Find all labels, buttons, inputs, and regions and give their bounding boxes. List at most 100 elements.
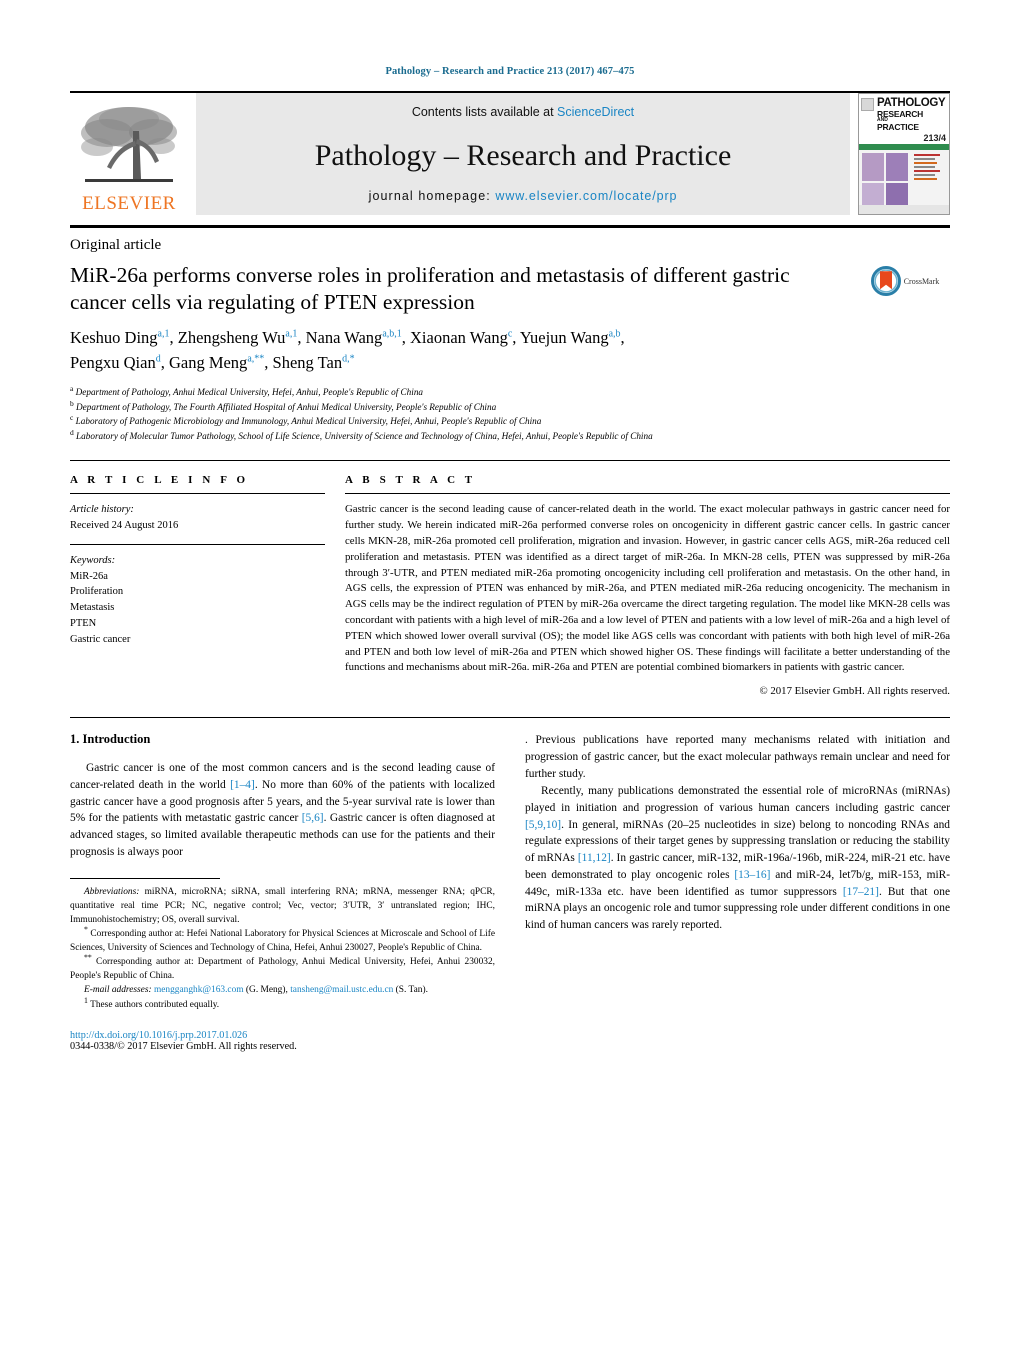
sciencedirect-link[interactable]: ScienceDirect xyxy=(557,105,634,119)
contents-available-line: Contents lists available at ScienceDirec… xyxy=(206,105,840,119)
author-entry[interactable]: Gang Menga,** xyxy=(169,353,264,372)
cover-image-cell xyxy=(862,153,885,182)
affiliation-marker: b xyxy=(70,398,74,408)
cover-toc-line xyxy=(914,178,938,181)
doi-link[interactable]: http://dx.doi.org/10.1016/j.prp.2017.01.… xyxy=(70,1030,495,1041)
author-name: Zhengsheng Wu xyxy=(177,328,286,348)
author-entry[interactable]: Sheng Tand,* xyxy=(273,353,355,372)
journal-cover-thumbnail: PATHOLOGY RESEARCH AND PRACTICE 213/4 xyxy=(858,93,950,215)
author-affiliation-marker: a,** xyxy=(247,353,265,365)
author-affiliation-marker: a,b xyxy=(608,328,621,340)
abstract-copyright: © 2017 Elsevier GmbH. All rights reserve… xyxy=(759,685,950,698)
email-label: E-mail addresses: xyxy=(84,985,152,996)
footnote-corresponding-2: ** Corresponding author at: Department o… xyxy=(70,954,495,983)
affiliation-item: b Department of Pathology, The Fourth Af… xyxy=(70,398,950,415)
body-column-right: . Previous publications have reported ma… xyxy=(525,732,950,1052)
footnote-equal-contribution: 1 These authors contributed equally. xyxy=(70,996,495,1013)
email-link-tan[interactable]: tansheng@mail.ustc.edu.cn xyxy=(290,985,393,995)
author-affiliation-marker: d,* xyxy=(342,353,355,365)
abstract-text: Gastric cancer is the second leading cau… xyxy=(345,503,950,674)
affiliation-text: Department of Pathology, Anhui Medical U… xyxy=(75,386,424,397)
cover-toc-line xyxy=(914,162,938,165)
article-history-received: Received 24 August 2016 xyxy=(70,520,179,532)
abstract-column: A B S T R A C T Gastric cancer is the se… xyxy=(345,474,950,697)
author-affiliation-marker: a,1 xyxy=(157,328,170,340)
keyword-item: Gastric cancer xyxy=(70,634,131,646)
crossmark-label: CrossMark xyxy=(903,276,940,286)
author-name: Pengxu Qian xyxy=(70,352,156,372)
article-info-column: A R T I C L E I N F O Article history: R… xyxy=(70,474,345,697)
journal-masthead: ELSEVIER Contents lists available at Sci… xyxy=(70,91,950,215)
author-affiliation-marker: c xyxy=(507,328,513,340)
citation-link[interactable]: [5,9,10] xyxy=(525,819,561,831)
cover-issue-number: 213/4 xyxy=(923,133,946,144)
cover-title-line1: PATHOLOGY xyxy=(877,97,946,109)
equal-contribution-text: These authors contributed equally. xyxy=(87,999,220,1010)
author-entry[interactable]: Nana Wanga,b,1 xyxy=(306,328,402,347)
author-affiliation-marker: d xyxy=(155,353,161,365)
citation-link[interactable]: [5,6] xyxy=(302,812,324,824)
author-entry[interactable]: Xiaonan Wangc xyxy=(410,328,512,347)
crossmark-badge[interactable]: CrossMark xyxy=(860,262,950,296)
homepage-prefix: journal homepage: xyxy=(368,189,496,203)
article-history-label: Article history: xyxy=(70,504,134,516)
author-entry[interactable]: Keshuo Dinga,1 xyxy=(70,328,170,347)
keywords-label: Keywords: xyxy=(70,554,116,566)
page-title: MiR-26a performs converse roles in proli… xyxy=(70,263,790,315)
email-link-meng[interactable]: mengganghk@163.com xyxy=(154,985,244,995)
cover-header: PATHOLOGY RESEARCH AND PRACTICE 213/4 xyxy=(859,94,949,145)
affiliation-text: Laboratory of Molecular Tumor Pathology,… xyxy=(76,431,653,442)
corresponding-text: Corresponding author at: Department of P… xyxy=(70,957,495,981)
elsevier-tree-icon xyxy=(81,107,177,182)
cover-footer xyxy=(859,205,949,214)
author-list: Keshuo Dinga,1, Zhengsheng Wua,1, Nana W… xyxy=(70,326,950,376)
author-entry[interactable]: Yuejun Wanga,b xyxy=(520,328,621,347)
author-entry[interactable]: Pengxu Qiand xyxy=(70,353,161,372)
paper-page: Pathology – Research and Practice 213 (2… xyxy=(0,0,1020,1351)
cover-elsevier-mark-icon xyxy=(861,98,874,111)
affiliation-item: d Laboratory of Molecular Tumor Patholog… xyxy=(70,429,950,444)
author-name: Sheng Tan xyxy=(272,352,343,372)
author-name: Gang Meng xyxy=(168,352,248,372)
author-affiliation-marker: a,1 xyxy=(285,328,298,340)
title-row: MiR-26a performs converse roles in proli… xyxy=(70,262,950,316)
cover-toc-line xyxy=(914,154,940,157)
affiliation-marker: a xyxy=(70,383,74,393)
affiliation-marker: d xyxy=(70,428,74,438)
author-affiliation-marker: a,b,1 xyxy=(382,328,402,340)
affiliation-text: Laboratory of Pathogenic Microbiology an… xyxy=(75,416,542,427)
issn-copyright: 0344-0338/© 2017 Elsevier GmbH. All righ… xyxy=(70,1041,297,1053)
masthead-bottom-rule xyxy=(70,225,950,228)
email-owner-meng: (G. Meng), xyxy=(243,985,291,996)
citation-link[interactable]: [11,12] xyxy=(578,852,611,864)
author-line-1: Keshuo Dinga,1, Zhengsheng Wua,1, Nana W… xyxy=(70,328,625,348)
keyword-item: Proliferation xyxy=(70,586,124,598)
abstract-rule xyxy=(345,493,950,495)
author-entry[interactable]: Zhengsheng Wua,1 xyxy=(178,328,298,347)
cover-toc-line xyxy=(914,174,936,177)
affiliation-text: Department of Pathology, The Fourth Affi… xyxy=(76,401,497,412)
citation-link[interactable]: [1–4] xyxy=(230,779,255,791)
footnote-rule xyxy=(70,878,220,880)
keyword-item: PTEN xyxy=(70,618,97,630)
intro-p1-part-d: . Previous publications have reported ma… xyxy=(525,734,950,780)
article-info-heading: A R T I C L E I N F O xyxy=(70,474,249,487)
elsevier-logo: ELSEVIER xyxy=(70,93,188,215)
cover-body xyxy=(859,150,949,214)
section-heading-introduction: 1. Introduction xyxy=(70,732,151,747)
body-top-rule xyxy=(70,717,950,719)
abbreviations-label: Abbreviations: xyxy=(84,887,140,898)
affiliation-item: a Department of Pathology, Anhui Medical… xyxy=(70,383,950,400)
email-owner-tan: (S. Tan). xyxy=(393,985,428,996)
citation-link[interactable]: [13–16] xyxy=(734,869,770,881)
author-name: Xiaonan Wang xyxy=(410,328,508,348)
footnote-abbreviations: Abbreviations: miRNA, microRNA; siRNA, s… xyxy=(70,886,495,927)
author-name: Keshuo Ding xyxy=(70,328,158,348)
cover-image-cell xyxy=(886,153,909,182)
header-bottom-rule xyxy=(70,460,950,462)
body-column-left: 1. Introduction Gastric cancer is one of… xyxy=(70,732,495,1052)
body-columns: 1. Introduction Gastric cancer is one of… xyxy=(70,732,950,1052)
citation-link[interactable]: [17–21] xyxy=(843,886,879,898)
journal-homepage-link[interactable]: www.elsevier.com/locate/prp xyxy=(495,189,677,203)
keyword-item: Metastasis xyxy=(70,602,115,614)
